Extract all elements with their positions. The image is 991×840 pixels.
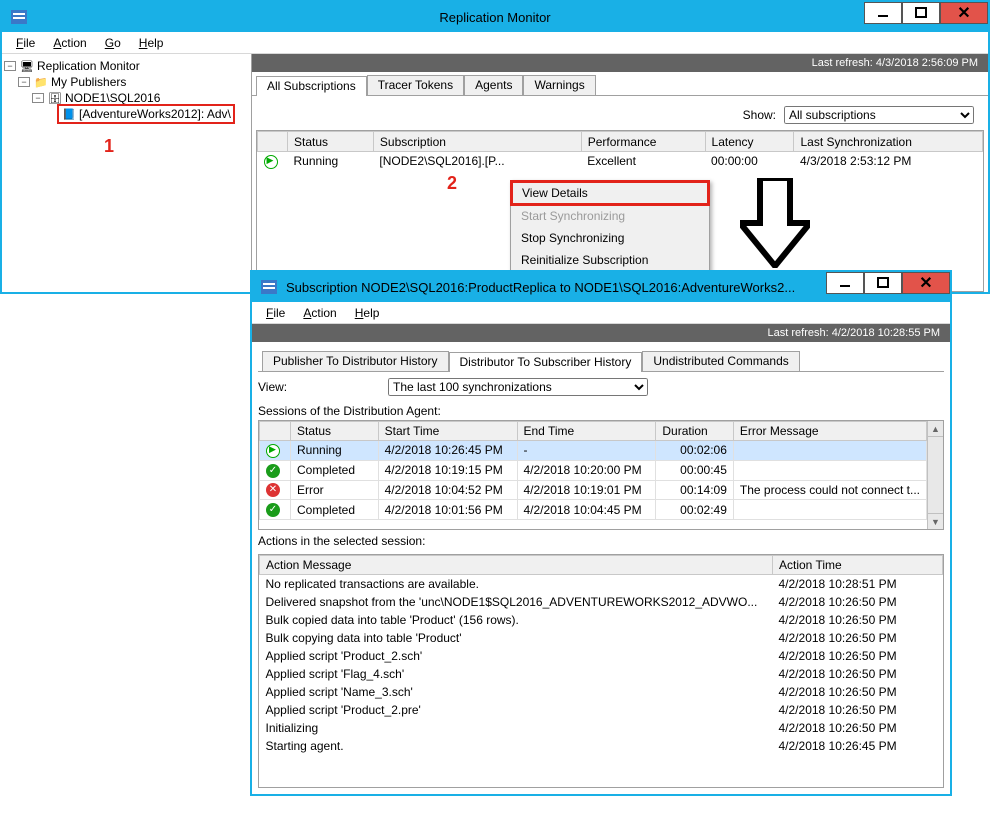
table-row[interactable]: Running4/2/2018 10:26:45 PM-00:02:06 [260, 441, 927, 461]
tree-publication[interactable]: 📘 [AdventureWorks2012]: Adv\ [4, 106, 249, 122]
ctx-stop-sync[interactable]: Stop Synchronizing [511, 227, 709, 249]
folder-icon: 📁 [33, 75, 49, 89]
table-row[interactable]: Bulk copying data into table 'Product'4/… [260, 629, 943, 647]
close-button[interactable]: ✕ [902, 272, 950, 294]
col-action-time[interactable]: Action Time [773, 556, 943, 575]
col-latency[interactable]: Latency [705, 132, 794, 152]
tab-warnings[interactable]: Warnings [523, 75, 595, 95]
running-icon [266, 444, 280, 458]
table-row[interactable]: ✓Completed4/2/2018 10:19:15 PM4/2/2018 1… [260, 460, 927, 480]
table-row[interactable]: Applied script 'Product_2.pre'4/2/2018 1… [260, 701, 943, 719]
collapse-icon[interactable]: − [18, 77, 30, 87]
menu-go[interactable]: Go [97, 34, 129, 52]
annotation-2: 2 [447, 173, 457, 194]
last-refresh-bar: Last refresh: 4/2/2018 10:28:55 PM [252, 324, 950, 342]
tab-strip: Publisher To Distributor History Distrib… [258, 348, 944, 372]
menu-file[interactable]: File [258, 304, 293, 322]
table-row[interactable]: No replicated transactions are available… [260, 575, 943, 594]
tab-tracer-tokens[interactable]: Tracer Tokens [367, 75, 464, 95]
tab-agents[interactable]: Agents [464, 75, 523, 95]
menu-bar: File Action Go Help [2, 32, 988, 54]
table-row[interactable]: Applied script 'Flag_4.sch'4/2/2018 10:2… [260, 665, 943, 683]
minimize-button[interactable] [864, 2, 902, 24]
close-button[interactable]: ✕ [940, 2, 988, 24]
sessions-grid: Status Start Time End Time Duration Erro… [258, 420, 944, 530]
table-row[interactable]: Applied script 'Name_3.sch'4/2/2018 10:2… [260, 683, 943, 701]
menu-action[interactable]: Action [295, 304, 344, 322]
publication-icon: 📘 [61, 107, 77, 121]
app-icon [256, 276, 282, 298]
nav-tree: − 🖥 Replication Monitor − 📁 My Publisher… [2, 54, 252, 292]
ctx-view-details[interactable]: View Details [510, 180, 710, 206]
col-subscription[interactable]: Subscription [373, 132, 581, 152]
publication-highlight: 📘 [AdventureWorks2012]: Adv\ [57, 104, 235, 124]
col-status[interactable]: Status [288, 132, 374, 152]
table-row[interactable]: Delivered snapshot from the 'unc\NODE1$S… [260, 593, 943, 611]
col-end[interactable]: End Time [517, 422, 656, 441]
col-start[interactable]: Start Time [378, 422, 517, 441]
collapse-icon[interactable]: − [4, 61, 16, 71]
collapse-icon[interactable]: − [32, 93, 44, 103]
tree-root[interactable]: − 🖥 Replication Monitor [4, 58, 249, 74]
table-row[interactable]: ✕Error4/2/2018 10:04:52 PM4/2/2018 10:19… [260, 480, 927, 500]
success-icon: ✓ [266, 503, 280, 517]
tree-publishers[interactable]: − 📁 My Publishers [4, 74, 249, 90]
table-row[interactable]: Applied script 'Product_2.sch'4/2/2018 1… [260, 647, 943, 665]
subscription-detail-window: Subscription NODE2\SQL2016:ProductReplic… [250, 270, 952, 796]
tab-dist-to-sub[interactable]: Distributor To Subscriber History [449, 352, 643, 372]
success-icon: ✓ [266, 464, 280, 478]
show-filter-select[interactable]: All subscriptions [784, 106, 974, 124]
menu-help[interactable]: Help [131, 34, 172, 52]
ctx-reinitialize[interactable]: Reinitialize Subscription [511, 249, 709, 271]
maximize-button[interactable] [902, 2, 940, 24]
scrollbar[interactable]: ▲ ▼ [927, 421, 943, 529]
table-row[interactable]: Initializing4/2/2018 10:26:50 PM [260, 719, 943, 737]
last-refresh-bar: Last refresh: 4/3/2018 2:56:09 PM [252, 54, 988, 72]
running-icon [264, 155, 278, 169]
tab-undistributed[interactable]: Undistributed Commands [642, 351, 799, 371]
tab-all-subscriptions[interactable]: All Subscriptions [256, 76, 367, 96]
maximize-button[interactable] [864, 272, 902, 294]
titlebar[interactable]: Replication Monitor ✕ [2, 2, 988, 32]
actions-label: Actions in the selected session: [258, 534, 944, 548]
view-select[interactable]: The last 100 synchronizations [388, 378, 648, 396]
menu-bar: File Action Help [252, 302, 950, 324]
col-last-sync[interactable]: Last Synchronization [794, 132, 983, 152]
menu-help[interactable]: Help [347, 304, 388, 322]
view-label: View: [258, 380, 388, 394]
arrow-annotation-icon [740, 178, 810, 268]
scroll-up-icon[interactable]: ▲ [928, 421, 943, 437]
table-row[interactable]: ✓Completed4/2/2018 10:01:56 PM4/2/2018 1… [260, 500, 927, 520]
replication-monitor-window: Replication Monitor ✕ File Action Go Hel… [0, 0, 990, 294]
menu-action[interactable]: Action [45, 34, 94, 52]
tab-strip: All Subscriptions Tracer Tokens Agents W… [252, 72, 988, 96]
col-status[interactable]: Status [291, 422, 379, 441]
monitor-icon: 🖥 [19, 59, 35, 73]
server-icon: 🗄 [47, 91, 63, 105]
col-performance[interactable]: Performance [581, 132, 705, 152]
annotation-1: 1 [104, 136, 249, 157]
actions-grid: Action Message Action Time No replicated… [258, 554, 944, 788]
scroll-down-icon[interactable]: ▼ [928, 513, 943, 529]
tab-pub-to-dist[interactable]: Publisher To Distributor History [262, 351, 449, 371]
error-icon: ✕ [266, 483, 280, 497]
col-duration[interactable]: Duration [656, 422, 734, 441]
titlebar[interactable]: Subscription NODE2\SQL2016:ProductReplic… [252, 272, 950, 302]
window-title: Replication Monitor [2, 10, 988, 25]
table-row[interactable]: Starting agent.4/2/2018 10:26:45 PM [260, 737, 943, 755]
show-label: Show: [743, 108, 776, 122]
minimize-button[interactable] [826, 272, 864, 294]
ctx-start-sync: Start Synchronizing [511, 205, 709, 227]
col-error[interactable]: Error Message [733, 422, 926, 441]
table-row[interactable]: Bulk copied data into table 'Product' (1… [260, 611, 943, 629]
sessions-label: Sessions of the Distribution Agent: [258, 404, 944, 418]
context-menu: View Details Start Synchronizing Stop Sy… [510, 180, 710, 272]
table-row[interactable]: Running [NODE2\SQL2016].[P... Excellent … [258, 152, 983, 171]
col-action-msg[interactable]: Action Message [260, 556, 773, 575]
menu-file[interactable]: File [8, 34, 43, 52]
